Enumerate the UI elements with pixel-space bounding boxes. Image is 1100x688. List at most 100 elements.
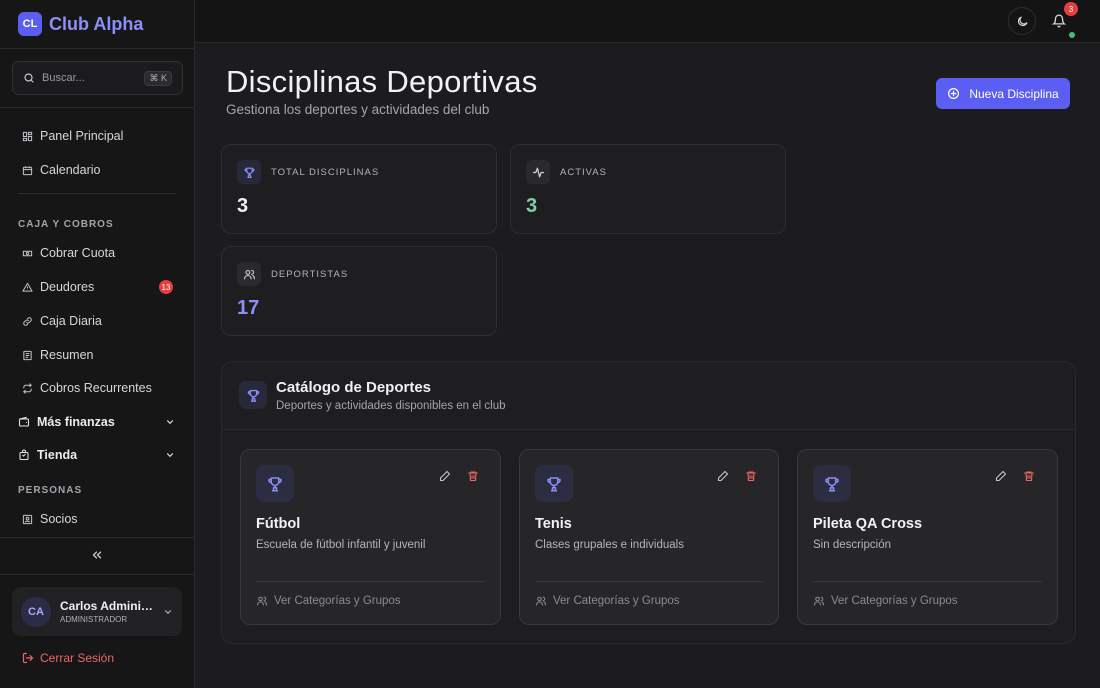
banknote-icon	[22, 248, 33, 259]
view-categories-link[interactable]: Ver Categorías y Grupos	[256, 595, 401, 607]
new-discipline-label: Nueva Disciplina	[969, 86, 1059, 101]
users-icon	[813, 595, 825, 607]
edit-icon[interactable]	[439, 470, 451, 482]
sport-name: Fútbol	[256, 516, 301, 532]
user-menu[interactable]: CA Carlos Administrador ADMINISTRADOR	[12, 587, 182, 636]
logout-button[interactable]: Cerrar Sesión	[22, 651, 114, 665]
sidebar-item-panel[interactable]: Panel Principal	[12, 122, 183, 150]
sidebar-group-tienda[interactable]: Tienda	[12, 441, 183, 469]
view-categories-label: Ver Categorías y Grupos	[553, 595, 680, 607]
new-discipline-button[interactable]: Nueva Disciplina	[936, 78, 1070, 109]
divider	[0, 574, 195, 575]
stat-value: 3	[526, 195, 538, 217]
user-name: Carlos Administrador	[60, 599, 154, 613]
activity-icon	[526, 160, 550, 184]
avatar: CA	[21, 596, 51, 627]
sidebar-item-socios[interactable]: Socios	[12, 505, 183, 533]
section-label-caja: CAJA Y COBROS	[18, 219, 114, 230]
search-icon	[23, 72, 35, 84]
view-categories-link[interactable]: Ver Categorías y Grupos	[813, 595, 958, 607]
sport-card[interactable]: Pileta QA Cross Sin descripción Ver Cate…	[797, 449, 1058, 625]
sport-card[interactable]: Fútbol Escuela de fútbol infantil y juve…	[240, 449, 501, 625]
sport-description: Clases grupales e individuals	[535, 539, 684, 551]
receipt-icon	[22, 350, 33, 361]
view-categories-label: Ver Categorías y Grupos	[831, 595, 958, 607]
alert-triangle-icon	[22, 282, 33, 293]
sidebar-group-label: Más finanzas	[37, 415, 115, 429]
sport-description: Sin descripción	[813, 539, 891, 551]
users-icon	[535, 595, 547, 607]
trophy-icon	[237, 160, 261, 184]
dashboard-icon	[22, 131, 33, 142]
shopping-bag-icon	[18, 449, 30, 461]
moon-icon	[1016, 15, 1029, 28]
search-input[interactable]: Buscar... ⌘ K	[12, 61, 183, 95]
sidebar-item-recurrentes[interactable]: Cobros Recurrentes	[12, 374, 183, 402]
sidebar-item-label: Caja Diaria	[40, 314, 102, 328]
stat-value: 3	[237, 195, 249, 217]
sidebar-item-label: Socios	[40, 512, 78, 526]
sport-card[interactable]: Tenis Clases grupales e individuals Ver …	[519, 449, 779, 625]
deudores-count-badge: 13	[159, 280, 173, 294]
trophy-icon	[813, 465, 851, 502]
trash-icon[interactable]	[745, 470, 757, 482]
page-title: Disciplinas Deportivas	[226, 64, 538, 99]
trophy-icon	[239, 381, 267, 409]
sidebar-item-label: Resumen	[40, 348, 94, 362]
trash-icon[interactable]	[467, 470, 479, 482]
sidebar-item-label: Panel Principal	[40, 129, 124, 143]
stat-value: 17	[237, 297, 260, 319]
collapse-sidebar-icon[interactable]	[90, 548, 104, 562]
edit-icon[interactable]	[717, 470, 729, 482]
sidebar-item-caja[interactable]: Caja Diaria	[12, 307, 183, 335]
bell-icon	[1052, 14, 1066, 28]
sidebar-item-label: Calendario	[40, 163, 101, 177]
divider	[222, 429, 1075, 430]
catalog-title: Catálogo de Deportes	[276, 379, 432, 396]
brand[interactable]: CL Club Alpha	[18, 12, 143, 36]
sidebar: CL Club Alpha Buscar... ⌘ K Panel Princi…	[0, 0, 195, 688]
search-shortcut: ⌘ K	[144, 70, 172, 86]
divider	[535, 581, 763, 582]
brand-logo: CL	[18, 12, 42, 36]
brand-name: Club Alpha	[49, 13, 144, 34]
edit-icon[interactable]	[995, 470, 1007, 482]
sidebar-group-mas-finanzas[interactable]: Más finanzas	[12, 408, 183, 436]
sport-name: Tenis	[535, 516, 572, 532]
stat-card-total: TOTAL DISCIPLINAS 3	[221, 144, 497, 234]
divider	[0, 107, 195, 108]
stat-label: ACTIVAS	[560, 167, 607, 178]
view-categories-link[interactable]: Ver Categorías y Grupos	[535, 595, 680, 607]
divider	[18, 193, 176, 194]
notification-count-badge: 3	[1064, 2, 1078, 16]
topbar	[195, 0, 1100, 43]
trash-icon[interactable]	[1023, 470, 1035, 482]
plus-circle-icon	[947, 87, 960, 100]
divider	[256, 581, 485, 582]
sidebar-item-cobrar[interactable]: Cobrar Cuota	[12, 239, 183, 267]
divider	[0, 537, 195, 538]
trophy-icon	[256, 465, 294, 502]
wallet-icon	[18, 416, 30, 428]
search-placeholder: Buscar...	[42, 72, 85, 84]
logout-label: Cerrar Sesión	[40, 651, 115, 665]
trophy-icon	[535, 465, 573, 502]
sport-name: Pileta QA Cross	[813, 516, 923, 532]
users-icon	[237, 262, 261, 286]
sidebar-item-resumen[interactable]: Resumen	[12, 341, 183, 369]
divider	[813, 581, 1042, 582]
id-card-icon	[22, 514, 33, 525]
stat-label: TOTAL DISCIPLINAS	[271, 167, 380, 178]
sports-catalog: Catálogo de Deportes Deportes y activida…	[221, 361, 1076, 644]
sidebar-item-deudores[interactable]: Deudores 13	[12, 273, 183, 301]
page-subtitle: Gestiona los deportes y actividades del …	[226, 102, 490, 117]
stat-card-activas: ACTIVAS 3	[510, 144, 786, 234]
theme-toggle-button[interactable]	[1008, 7, 1036, 35]
stat-label: DEPORTISTAS	[271, 269, 349, 280]
sidebar-item-calendar[interactable]: Calendario	[12, 156, 183, 184]
online-status-dot	[1069, 32, 1075, 38]
sidebar-item-label: Deudores	[40, 280, 95, 294]
link-icon	[22, 316, 33, 327]
catalog-subtitle: Deportes y actividades disponibles en el…	[276, 400, 506, 412]
chevron-down-icon	[163, 607, 173, 617]
